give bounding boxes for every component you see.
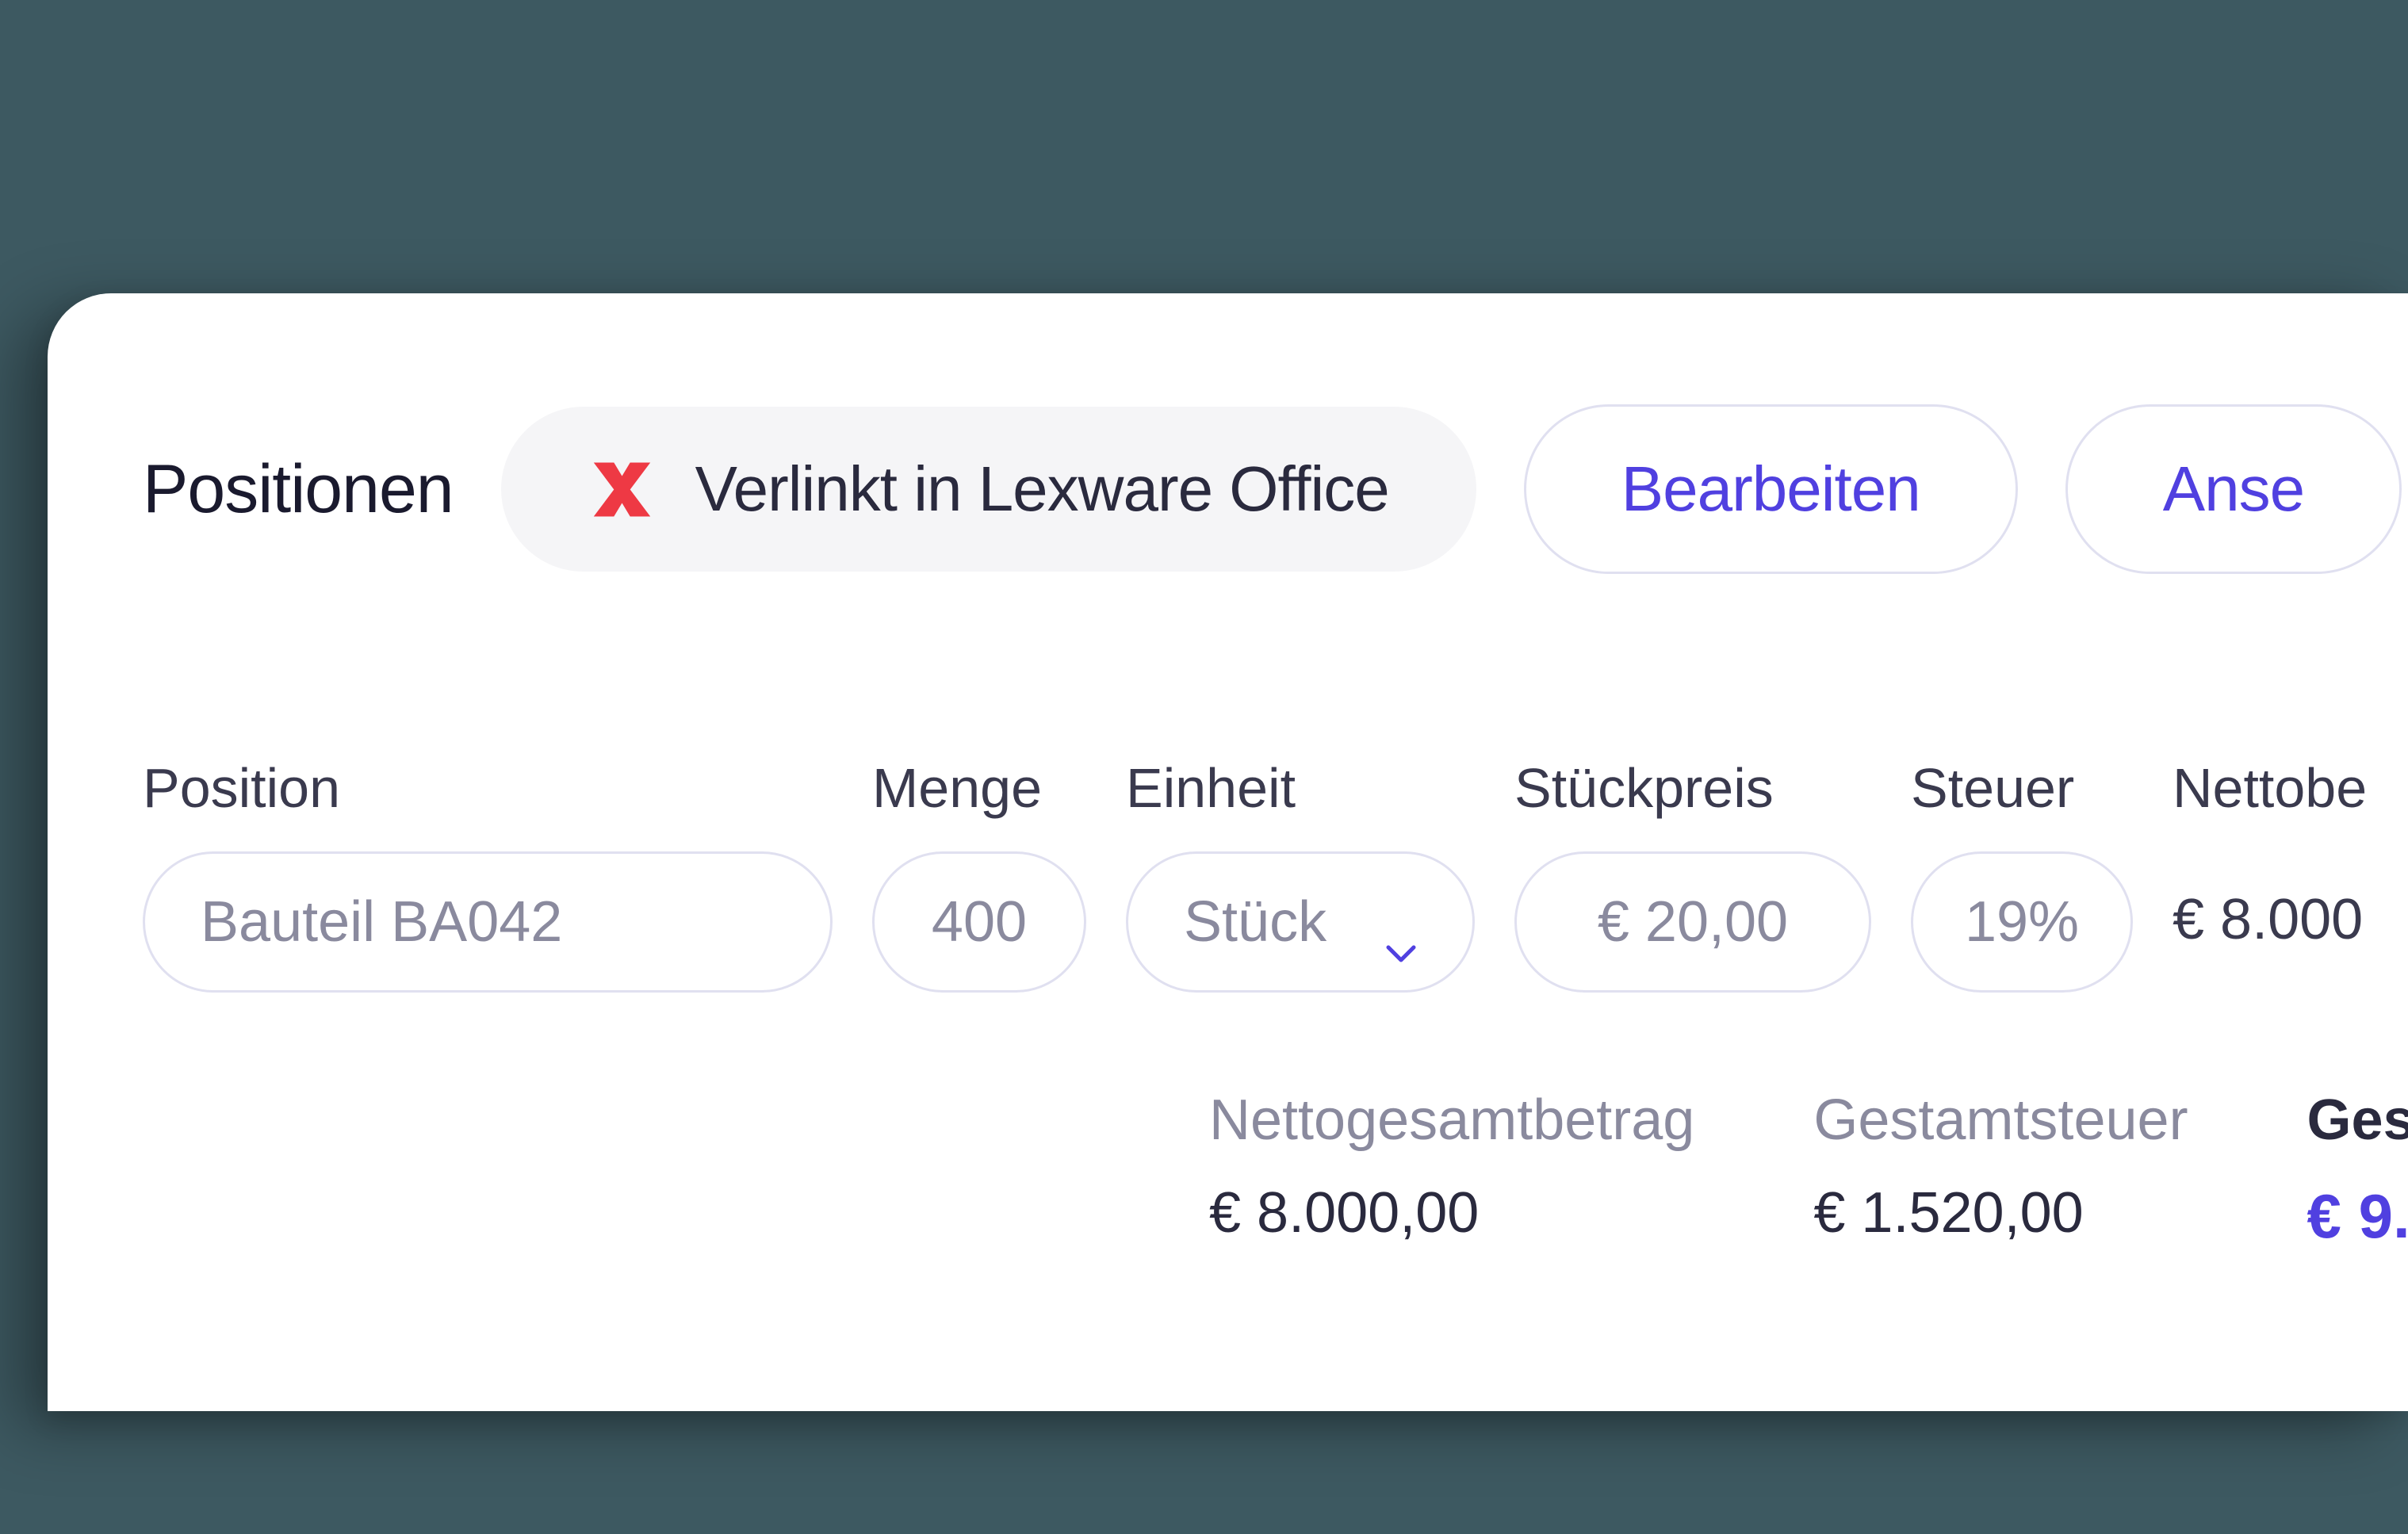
input-stuckpreis-value: € 20,00	[1598, 889, 1788, 954]
field-label-position: Position	[143, 756, 833, 820]
input-position[interactable]: Bauteil BA042	[143, 851, 833, 993]
field-label-menge: Menge	[872, 756, 1086, 820]
positions-card: Positionen Verlinkt in Lexware Office Be…	[48, 293, 2408, 1411]
field-nettobetrag: Nettobe € 8.000	[2173, 756, 2367, 988]
section-title: Positionen	[143, 450, 454, 529]
input-steuer[interactable]: 19%	[1911, 851, 2133, 993]
dropdown-einheit[interactable]: Stück	[1126, 851, 1475, 993]
input-menge-value: 400	[932, 889, 1027, 954]
total-steuer-label: Gestamtsteuer	[1813, 1088, 2188, 1153]
totals-row: Nettogesamtbetrag € 8.000,00 Gestamtsteu…	[143, 1088, 2408, 1253]
total-gesamt: Gesamtbe € 9.520	[2307, 1088, 2408, 1253]
view-button[interactable]: Anse	[2065, 404, 2402, 574]
input-stuckpreis[interactable]: € 20,00	[1514, 851, 1871, 993]
header-row: Positionen Verlinkt in Lexware Office Be…	[143, 404, 2408, 574]
total-netto: Nettogesamtbetrag € 8.000,00	[1209, 1088, 1694, 1253]
input-steuer-value: 19%	[1965, 889, 2079, 954]
input-position-value: Bauteil BA042	[201, 889, 562, 954]
edit-button[interactable]: Bearbeiten	[1524, 404, 2018, 574]
total-netto-label: Nettogesamtbetrag	[1209, 1088, 1694, 1153]
value-nettobetrag: € 8.000	[2173, 851, 2367, 988]
total-gesamt-value: € 9.520	[2307, 1180, 2408, 1253]
chevron-down-icon	[1385, 912, 1417, 932]
field-label-steuer: Steuer	[1911, 756, 2133, 820]
badge-text: Verlinkt in Lexware Office	[695, 453, 1389, 526]
lexware-linked-badge: Verlinkt in Lexware Office	[501, 407, 1476, 572]
field-label-stuckpreis: Stückpreis	[1514, 756, 1871, 820]
total-steuer: Gestamtsteuer € 1.520,00	[1813, 1088, 2188, 1253]
total-gesamt-label: Gesamtbe	[2307, 1088, 2408, 1153]
input-menge[interactable]: 400	[872, 851, 1086, 993]
field-label-nettobetrag: Nettobe	[2173, 756, 2367, 820]
field-einheit: Einheit Stück	[1126, 756, 1475, 993]
field-position: Position Bauteil BA042	[143, 756, 833, 993]
dropdown-einheit-value: Stück	[1184, 889, 1327, 954]
total-steuer-value: € 1.520,00	[1813, 1180, 2188, 1245]
fields-row: Position Bauteil BA042 Menge 400 Einheit…	[143, 756, 2408, 993]
lexware-x-icon	[588, 456, 656, 523]
field-label-einheit: Einheit	[1126, 756, 1475, 820]
total-netto-value: € 8.000,00	[1209, 1180, 1694, 1245]
field-stuckpreis: Stückpreis € 20,00	[1514, 756, 1871, 993]
field-steuer: Steuer 19%	[1911, 756, 2133, 993]
field-menge: Menge 400	[872, 756, 1086, 993]
